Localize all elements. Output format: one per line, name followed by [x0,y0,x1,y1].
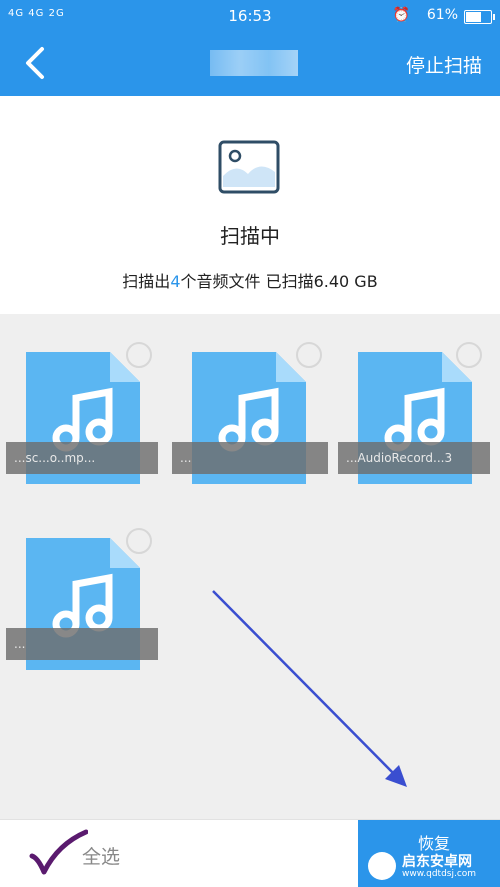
select-checkbox[interactable] [126,342,152,368]
summary-prefix: 扫描出 [122,272,171,291]
annotation-arrow-icon [212,590,407,787]
clock: 16:53 [228,7,272,25]
watermark-url: www.qdtdsj.com [402,869,477,879]
select-checkbox[interactable] [296,342,322,368]
alarm-icon: ⏰ [392,7,410,23]
select-checkbox[interactable] [126,528,152,554]
app-screen: 4G 4G 2G 16:53 ⏰ 61% 停止扫描 扫描中 扫描出4个音频文件 … [0,0,500,887]
watermark: 启东安卓网 www.qdtdsj.com [368,850,500,886]
scan-status-panel: 扫描中 扫描出4个音频文件 已扫描6.40 GB [0,96,500,314]
found-count: 4 [170,272,181,291]
file-name: ... [6,628,158,660]
scanned-size: 6.40 GB [313,272,378,291]
file-name: ...AudioRecord...3 [338,442,490,474]
summary-middle: 个音频文件 已扫描 [180,272,314,291]
status-bar: 4G 4G 2G 16:53 ⏰ 61% [0,0,500,32]
audio-file-item[interactable]: ... [172,314,332,484]
file-name: ...sc...o..mp... [6,442,158,474]
battery-icon [464,10,495,24]
battery-percent: 61% [426,7,458,23]
watermark-logo-icon [368,852,396,880]
battery-fill [466,12,481,22]
blurred-page-title [210,50,298,76]
select-all-button[interactable]: 全选 [82,842,120,869]
bottom-action-bar: 全选 恢复 启东安卓网 www.qdtdsj.com [0,819,500,887]
audio-file-item[interactable]: ...AudioRecord...3 [338,314,498,484]
picture-icon [218,140,280,194]
audio-file-item[interactable]: ... [6,500,166,670]
checkmark-icon[interactable] [28,828,88,878]
file-name: ... [172,442,328,474]
scan-summary: 扫描出4个音频文件 已扫描6.40 GB [0,268,500,292]
battery-nub [493,14,495,20]
nav-bar: 停止扫描 [0,32,500,96]
back-arrow-icon[interactable] [22,46,50,80]
scan-title: 扫描中 [220,224,280,248]
stop-scan-button[interactable]: 停止扫描 [406,51,482,78]
top-bar: 4G 4G 2G 16:53 ⏰ 61% 停止扫描 [0,0,500,96]
watermark-brand: 启东安卓网 [402,854,472,870]
select-checkbox[interactable] [456,342,482,368]
audio-file-item[interactable]: ...sc...o..mp... [6,314,166,484]
